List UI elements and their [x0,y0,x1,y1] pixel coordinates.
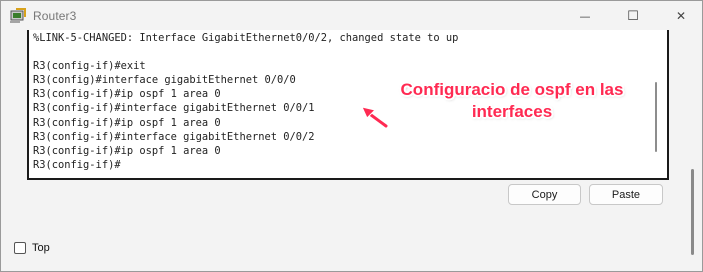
paste-button[interactable]: Paste [589,184,663,205]
router-console-window: Router3 — ☐ ✕ %LINK-5-CHANGED: Interface… [0,0,703,272]
annotation-line-1: Configuracio de ospf en las [400,80,624,99]
console-line: %LINK-5-CHANGED: Interface GigabitEthern… [33,32,459,44]
annotation-arrow-icon [361,106,389,129]
minimize-icon: — [579,9,591,23]
top-checkbox-label: Top [32,242,50,254]
console-line: R3(config-if)# [33,158,121,171]
title-bar[interactable]: Router3 — ☐ ✕ [1,1,702,31]
maximize-icon: ☐ [627,8,639,24]
maximize-button[interactable]: ☐ [610,1,656,31]
close-button[interactable]: ✕ [658,1,702,31]
minimize-button[interactable]: — [562,1,608,31]
console-line: R3(config-if)#exit [33,60,146,73]
close-icon: ✕ [675,9,687,23]
top-checkbox[interactable] [14,242,26,254]
router-app-icon [10,8,26,23]
console-line: R3(config-if)#interface gigabitEthernet … [33,130,315,143]
annotation-line-2: interfaces [471,102,553,121]
ospf-annotation: Configuracio de ospf en las interfaces [383,79,641,123]
console-line: R3(config-if)#ip ospf 1 area 0 [33,144,221,157]
console-scrollbar[interactable] [655,82,657,152]
window-scrollbar[interactable] [691,169,694,255]
copy-button[interactable]: Copy [508,184,581,205]
window-title: Router3 [33,9,77,23]
